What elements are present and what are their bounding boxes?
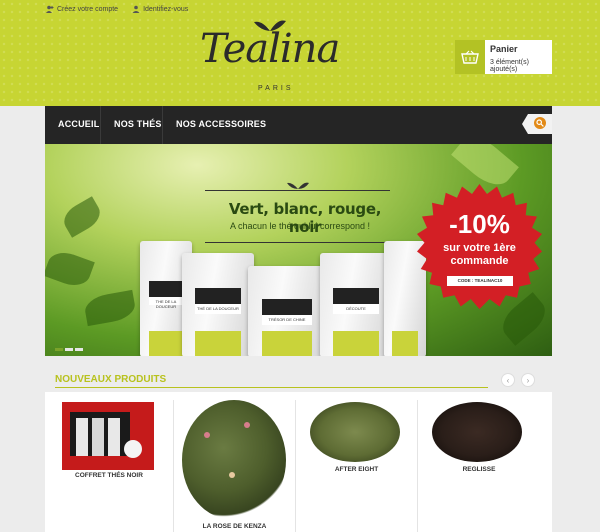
slider-dot[interactable]	[65, 348, 73, 351]
cart-status: 3 élément(s) ajouté(s)	[490, 59, 529, 73]
pack-stripe	[194, 331, 242, 356]
account-links: Créez votre compte Identifiez-vous	[46, 5, 188, 13]
basket-icon	[455, 40, 485, 74]
create-account-link[interactable]: Créez votre compte	[46, 5, 118, 13]
product-card[interactable]: AFTER EIGHT	[296, 392, 417, 532]
pack-stripe	[391, 331, 419, 356]
section-title: NOUVEAUX PRODUITS	[55, 374, 167, 385]
pack-stripe	[262, 331, 312, 356]
nav-divider	[100, 106, 101, 144]
product-name[interactable]: COFFRET THÉS NOIR	[45, 472, 173, 479]
tea-pack: THÉ DE LA DOUCEUR	[182, 253, 254, 356]
promo-discount: -10%	[449, 209, 510, 239]
product-name[interactable]: LA ROSE DE KENZA	[174, 523, 295, 530]
site-logo[interactable]: Tealina	[200, 18, 350, 78]
tea-leaf-decoration	[495, 292, 552, 346]
promo-line-2: commande	[450, 255, 509, 267]
banner-rule	[205, 190, 390, 191]
tin	[92, 418, 104, 456]
leaf-ornament-icon	[287, 182, 309, 189]
tea-leaf-decoration	[59, 196, 105, 238]
logo-wordmark: Tealina	[200, 26, 340, 72]
pack-label: THE DE LA DOUCEUR	[149, 281, 183, 309]
section-rule	[55, 387, 488, 388]
login-link[interactable]: Identifiez-vous	[132, 5, 188, 13]
banner-tagline: A chacun le thé qui lui correspond !	[229, 221, 371, 231]
search-icon[interactable]	[534, 117, 546, 129]
tin	[108, 418, 120, 456]
tea-pack: TRÉSOR DE CHINE	[248, 266, 326, 356]
slider-dot[interactable]	[75, 348, 83, 351]
nav-item-nos-accessoires[interactable]: NOS ACCESSOIRES	[176, 119, 266, 129]
carousel-prev-button[interactable]: ‹	[501, 373, 515, 387]
logo-subtitle: PARIS	[258, 85, 294, 92]
promo-code: CODE : TEALINAC10	[447, 276, 513, 286]
user-icon	[132, 5, 140, 13]
product-card[interactable]: COFFRET THÉS NOIR	[45, 392, 173, 532]
tea-pack: DÉCOUTE	[320, 253, 392, 356]
cart-title: Panier	[490, 44, 518, 54]
product-image	[432, 402, 522, 462]
banner-rule	[205, 242, 390, 243]
product-name[interactable]: AFTER EIGHT	[296, 466, 417, 473]
slider-pagination	[55, 348, 83, 351]
rose-petal	[229, 472, 235, 478]
user-add-icon	[46, 5, 54, 13]
create-account-label: Créez votre compte	[57, 5, 119, 13]
hero-banner[interactable]: Vert, blanc, rouge, noir A chacun le thé…	[45, 144, 552, 356]
cart-summary[interactable]: Panier 3 élément(s) ajouté(s)	[455, 40, 552, 74]
product-image	[310, 402, 400, 462]
nav-item-accueil[interactable]: ACCUEIL	[58, 119, 99, 129]
nav-item-nos-thes[interactable]: NOS THÉS	[114, 119, 162, 129]
product-image	[182, 400, 286, 520]
pack-stripe	[332, 331, 380, 356]
promo-line-1: sur votre 1ère	[443, 242, 516, 254]
pack-label: TRÉSOR DE CHINE	[262, 299, 312, 325]
product-carousel: COFFRET THÉS NOIR LA ROSE DE KENZA AFTER…	[45, 392, 552, 532]
login-label: Identifiez-vous	[143, 5, 189, 13]
promo-badge[interactable]: -10% sur votre 1ère commande CODE : TEAL…	[417, 184, 542, 309]
product-card[interactable]: LA ROSE DE KENZA	[174, 392, 295, 532]
tea-leaf-decoration	[45, 247, 95, 291]
pack-stripe	[149, 331, 183, 356]
product-card[interactable]: REGLISSE	[418, 392, 540, 532]
product-name[interactable]: REGLISSE	[418, 466, 540, 473]
carousel-next-button[interactable]: ›	[521, 373, 535, 387]
main-nav: ACCUEIL NOS THÉS NOS ACCESSOIRES	[45, 106, 552, 144]
tin	[76, 418, 88, 456]
pack-label: THÉ DE LA DOUCEUR	[194, 288, 242, 314]
site-header: Créez votre compte Identifiez-vous Teali…	[0, 0, 600, 106]
tea-leaf-decoration	[82, 289, 138, 327]
product-image	[62, 402, 154, 470]
tea-cup	[124, 440, 142, 458]
tea-leaf-decoration	[451, 144, 519, 194]
pack-label: DÉCOUTE	[332, 288, 380, 314]
nav-divider	[162, 106, 163, 144]
rose-petal	[204, 432, 210, 438]
rose-petal	[244, 422, 250, 428]
tea-pack	[384, 241, 426, 356]
slider-dot[interactable]	[55, 348, 63, 351]
